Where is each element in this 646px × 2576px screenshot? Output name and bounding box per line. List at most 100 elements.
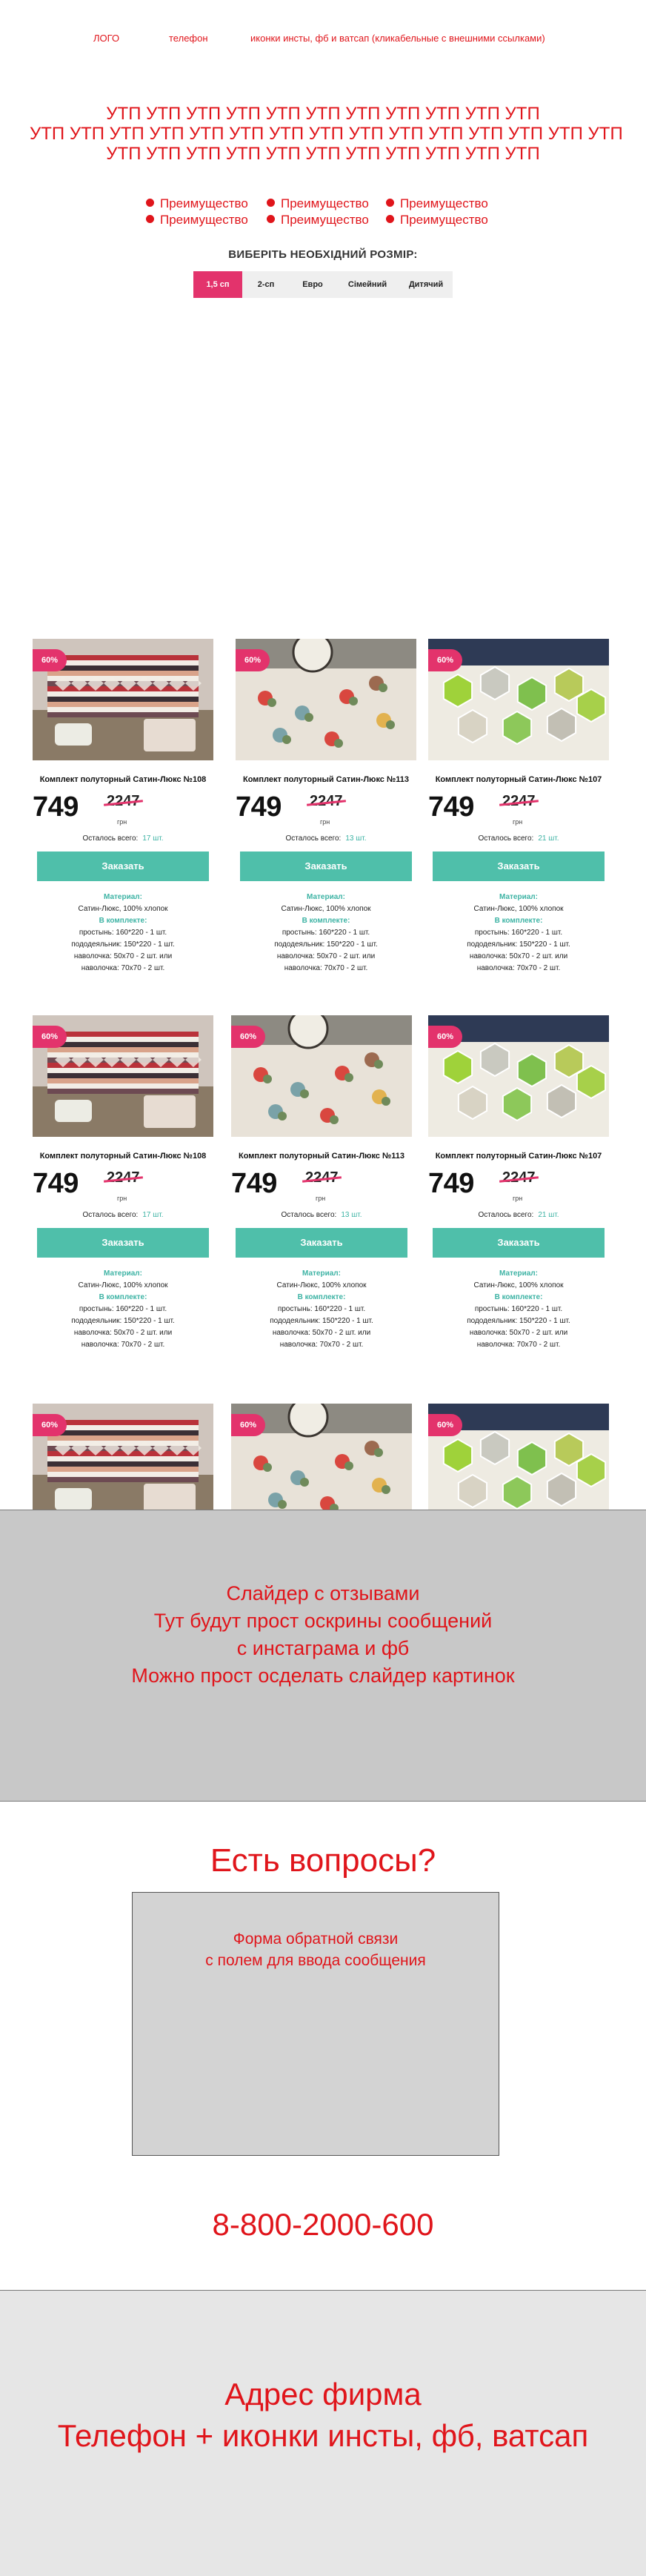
product-name: Комплект полуторный Сатин-Люкс №108: [39, 775, 207, 784]
product-currency: грн: [513, 1195, 523, 1202]
kit-item: простынь: 160*220 - 1 шт.: [474, 1305, 563, 1313]
order-button[interactable]: Заказать: [236, 1228, 407, 1258]
product-currency: грн: [117, 818, 127, 826]
tab-size-2[interactable]: 2-сп: [242, 271, 290, 298]
product-spec: Материал: Сатин-Люкс, 100% хлопок В компле…: [33, 892, 213, 975]
advantage-label: Преимущество: [160, 213, 248, 227]
product-image[interactable]: 60%: [231, 1404, 412, 1525]
footer-contacts: Телефон + иконки инсты, фб, ватсап: [57, 2418, 589, 2453]
material-label: Материал:: [499, 1269, 538, 1278]
product-old-price: 2247: [310, 793, 343, 809]
product-name: Комплект полуторный Сатин-Люкс №113: [238, 1152, 404, 1161]
advantage-label: Преимущество: [400, 213, 488, 227]
tab-size-euro[interactable]: Евро: [290, 271, 336, 298]
advantage-item: Преимущество: [386, 213, 488, 228]
tab-size-family[interactable]: Сімейний: [336, 271, 399, 298]
product-old-price: 2247: [502, 793, 536, 809]
kit-label: В комплекте:: [494, 1293, 543, 1301]
product-stock: Осталось всего:17 шт.: [33, 834, 213, 843]
tab-size-1-5[interactable]: 1,5 сп: [193, 271, 242, 298]
stock-count: 21 шт.: [538, 1211, 559, 1219]
tab-size-kids[interactable]: Дитячий: [399, 271, 453, 298]
advantage-item: Преимущество: [267, 213, 369, 228]
discount-badge: 60%: [236, 649, 270, 671]
product-image[interactable]: 60%: [33, 639, 213, 760]
feedback-form[interactable]: Форма обратной связи с полем для ввода с…: [132, 1892, 499, 2156]
product-image[interactable]: 60%: [428, 1015, 609, 1137]
product-image[interactable]: 60%: [428, 1404, 609, 1525]
contact-phone[interactable]: 8-800-2000-600: [0, 2207, 646, 2243]
product-card: 60% Комплект полуторный Сатин-Люкс №107 74…: [428, 1015, 609, 1351]
reviews-line: с инстаграма и фб: [236, 1637, 410, 1659]
product-prices: 749 2247 грн: [236, 791, 416, 827]
kit-item: пододеяльник: 150*220 - 1 шт.: [274, 940, 378, 949]
kit-item: наволочка: 50х70 - 2 шт. или: [469, 952, 568, 960]
header: ЛОГО телефон иконки инсты, фб и ватсап (…: [0, 0, 646, 74]
faq-title: Есть вопросы?: [210, 1842, 436, 1879]
product-prices: 749 2247 грн: [428, 1168, 609, 1204]
header-social-icons[interactable]: иконки инсты, фб и ватсап (кликабельные …: [250, 33, 545, 44]
product-spec: Материал: Сатин-Люкс, 100% хлопок В компле…: [33, 1268, 213, 1351]
material-label: Материал:: [104, 1269, 142, 1278]
product-stock: Осталось всего: 21 шт.: [428, 834, 609, 843]
product-spec: Материал: Сатин-Люкс, 100% хлопок В компле…: [231, 1268, 412, 1351]
product-currency: грн: [117, 1195, 127, 1202]
advantage-item: Преимущество: [267, 196, 369, 211]
product-prices: 749 2247 грн: [231, 1168, 412, 1204]
order-button[interactable]: Заказать: [37, 852, 209, 881]
kit-item: пододеяльник: 150*220 - 1 шт.: [467, 940, 570, 949]
stock-count: 17 шт.: [142, 834, 164, 843]
product-image[interactable]: 60%: [33, 1404, 213, 1525]
reviews-slider[interactable]: Слайдер с отзывами Тут будут прост оскри…: [0, 1510, 646, 1802]
material-value: Сатин-Люкс, 100% хлопок: [473, 905, 564, 913]
stock-label: Осталось всего:: [478, 1211, 534, 1219]
product-image[interactable]: 60%: [236, 639, 416, 760]
product-stock: Осталось всего:17 шт.: [33, 1211, 213, 1219]
product-spec: Материал: Сатин-Люкс, 100% хлопок В компле…: [236, 892, 416, 975]
order-button[interactable]: Заказать: [37, 1228, 209, 1258]
product-card: 60% Комплект полуторный Сатин-Люкс №107 74…: [428, 639, 609, 975]
kit-label: В комплекте:: [99, 917, 147, 925]
order-button[interactable]: Заказать: [433, 1228, 605, 1258]
product-stock: Осталось всего: 21 шт.: [428, 1211, 609, 1219]
product-card: 60% Комплект полуторный Сатин-Люкс №113 74…: [231, 1015, 412, 1351]
footer-address: Адрес фирма: [224, 2377, 422, 2411]
product-price: 749: [428, 1168, 474, 1199]
material-value: Сатин-Люкс, 100% хлопок: [78, 905, 168, 913]
product-image[interactable]: 60%: [428, 639, 609, 760]
logo[interactable]: ЛОГО: [93, 33, 119, 44]
kit-item: пододеяльник: 150*220 - 1 шт.: [270, 1317, 373, 1325]
order-button[interactable]: Заказать: [433, 852, 605, 881]
material-value: Сатин-Люкс, 100% хлопок: [78, 1281, 168, 1289]
product-spec: Материал: Сатин-Люкс, 100% хлопок В компле…: [428, 1268, 609, 1351]
discount-badge: 60%: [428, 1414, 462, 1436]
product-image[interactable]: 60%: [231, 1015, 412, 1137]
stock-label: Осталось всего:: [478, 834, 534, 843]
kit-item: наволочка: 50х70 - 2 шт. или: [73, 952, 173, 960]
utp-line: УТП УТП УТП УТП УТП УТП УТП УТП УТП УТП …: [106, 104, 540, 124]
header-phone[interactable]: телефон: [169, 33, 208, 44]
material-value: Сатин-Люкс, 100% хлопок: [473, 1281, 564, 1289]
kit-item: пододеяльник: 150*220 - 1 шт.: [71, 940, 175, 949]
material-value: Сатин-Люкс, 100% хлопок: [276, 1281, 367, 1289]
kit-label: В комплекте:: [494, 917, 543, 925]
utp-line: УТП УТП УТП УТП УТП УТП УТП УТП УТП УТП …: [106, 144, 540, 164]
stock-label: Осталось всего:: [82, 834, 139, 843]
stock-label: Осталось всего:: [82, 1211, 139, 1219]
bullet-icon: [146, 215, 154, 224]
stock-count: 13 шт.: [345, 834, 367, 843]
product-price: 749: [33, 1168, 79, 1199]
kit-label: В комплекте:: [302, 917, 350, 925]
kit-item: наволочка: 50х70 - 2 шт. или: [73, 1329, 173, 1337]
order-button[interactable]: Заказать: [240, 852, 412, 881]
reviews-line: Можно прост осделать слайдер картинок: [131, 1664, 515, 1687]
product-prices: 749 2247 грн: [33, 791, 213, 827]
discount-badge: 60%: [33, 1414, 67, 1436]
product-currency: грн: [513, 818, 523, 826]
kit-item: наволочка: 70х70 - 2 шт.: [81, 964, 165, 972]
discount-badge: 60%: [33, 1026, 67, 1048]
kit-item: наволочка: 50х70 - 2 шт. или: [276, 952, 376, 960]
bullet-icon: [267, 199, 275, 208]
landing-page: ЛОГО телефон иконки инсты, фб и ватсап (…: [0, 0, 646, 2576]
product-image[interactable]: 60%: [33, 1015, 213, 1137]
